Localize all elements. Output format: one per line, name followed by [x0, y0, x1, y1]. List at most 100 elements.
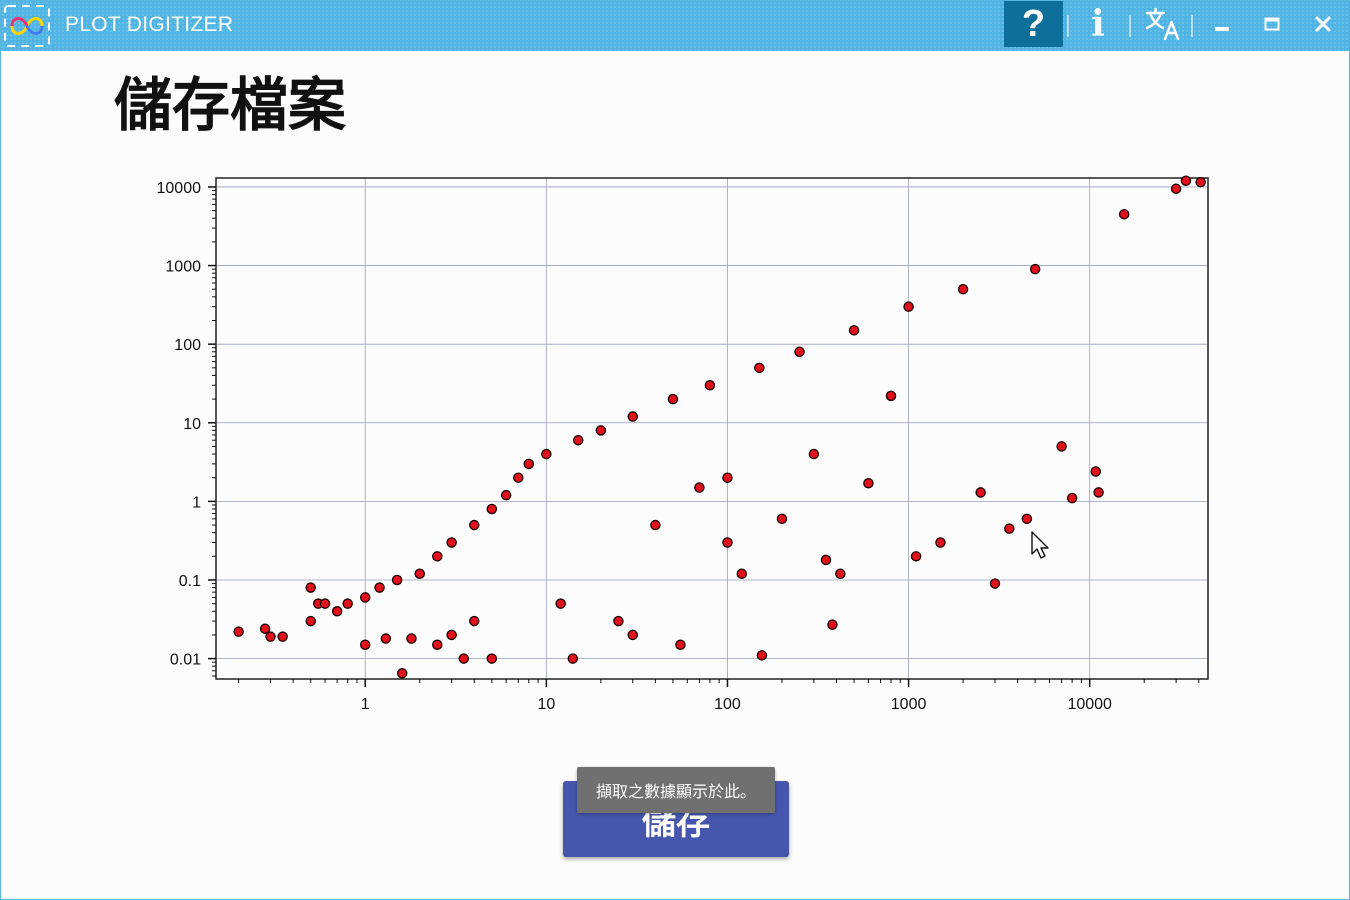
- language-button[interactable]: [1141, 1, 1185, 47]
- data-point: [469, 519, 480, 531]
- data-point: [776, 513, 788, 525]
- data-point: [319, 598, 331, 609]
- data-point: [1029, 263, 1041, 275]
- data-point: [359, 592, 371, 603]
- data-point: [572, 434, 584, 446]
- data-point: [391, 574, 403, 586]
- close-button[interactable]: [1301, 1, 1345, 47]
- data-point: [277, 631, 288, 642]
- data-point: [359, 639, 371, 650]
- data-point: [863, 478, 874, 489]
- data-point: [541, 448, 552, 460]
- maximize-icon: [1264, 17, 1280, 31]
- y-axis: 0.01 0.1 1 10 100 1000 10000: [157, 180, 216, 677]
- data-point: [627, 629, 639, 641]
- minimize-icon: [1215, 27, 1229, 31]
- save-tooltip: 擷取之數據顯示於此。: [577, 767, 775, 813]
- data-point: [794, 346, 805, 358]
- data-point: [650, 519, 661, 531]
- data-points: [233, 175, 1206, 679]
- data-point: [903, 301, 914, 312]
- data-point: [827, 619, 838, 630]
- data-point: [835, 568, 846, 580]
- data-point: [1195, 176, 1206, 188]
- data-point: [848, 325, 860, 336]
- y-tick-label: 100: [174, 337, 201, 354]
- data-point: [500, 489, 512, 501]
- data-point: [414, 568, 425, 580]
- data-point: [374, 582, 385, 593]
- minimize-button[interactable]: [1201, 1, 1243, 47]
- x-tick-label: 1000: [891, 696, 927, 713]
- data-point: [446, 629, 457, 641]
- data-point: [808, 448, 820, 460]
- titlebar-separator: [1067, 15, 1069, 37]
- data-point: [446, 537, 457, 548]
- y-tick-label: 0.1: [179, 573, 201, 590]
- data-point: [396, 668, 408, 679]
- y-tick-label: 10: [183, 416, 201, 433]
- titlebar-separator: [1191, 15, 1193, 37]
- data-point: [432, 639, 443, 650]
- data-point: [910, 551, 922, 562]
- x-tick-label: 1: [361, 696, 370, 713]
- data-point: [754, 362, 765, 374]
- y-tick-label: 10000: [157, 180, 202, 197]
- data-point: [1056, 441, 1067, 452]
- data-point: [432, 551, 443, 562]
- data-point: [486, 653, 498, 664]
- data-point: [380, 633, 392, 644]
- data-point: [233, 626, 244, 637]
- data-point: [1170, 183, 1182, 194]
- data-point: [989, 578, 1001, 589]
- app-window: PLOT DIGITIZER ? i 儲存檔案 0.01 0.1 1 10 10…: [0, 0, 1350, 900]
- x-tick-label: 100: [714, 696, 741, 713]
- data-point: [935, 537, 946, 548]
- plot-frame: [215, 177, 1209, 680]
- data-point: [736, 568, 748, 580]
- maximize-button[interactable]: [1251, 1, 1293, 47]
- data-point: [885, 390, 897, 402]
- data-point: [756, 650, 768, 661]
- data-point: [1004, 523, 1015, 534]
- data-point: [675, 639, 686, 650]
- data-point: [667, 393, 679, 405]
- data-point: [265, 631, 276, 642]
- data-point: [694, 482, 705, 493]
- data-point: [555, 598, 566, 609]
- data-point: [523, 458, 535, 470]
- data-point: [704, 380, 716, 391]
- app-logo-icon: [4, 5, 50, 47]
- data-point: [820, 554, 832, 566]
- data-point: [331, 606, 343, 617]
- y-tick-label: 0.01: [170, 652, 201, 669]
- data-point: [1180, 175, 1192, 186]
- data-point: [595, 425, 607, 436]
- y-tick-label: 1000: [165, 259, 201, 276]
- data-point: [513, 472, 524, 483]
- app-title: PLOT DIGITIZER: [65, 13, 234, 36]
- data-point: [486, 503, 498, 515]
- data-point: [342, 598, 353, 609]
- chart-grid: [216, 178, 1208, 679]
- title-bar[interactable]: PLOT DIGITIZER ? i: [1, 1, 1350, 51]
- scatter-chart: 0.01 0.1 1 10 100 1000 10000 1 10 100 1000 10000: [157, 175, 1209, 713]
- data-point: [1118, 208, 1130, 220]
- data-point: [722, 472, 733, 483]
- data-point: [1093, 487, 1104, 498]
- data-point: [1090, 466, 1101, 477]
- help-button[interactable]: ?: [1004, 1, 1063, 47]
- data-point: [627, 411, 639, 422]
- info-button[interactable]: i: [1079, 1, 1117, 47]
- data-point: [722, 537, 733, 548]
- close-icon: [1315, 16, 1331, 32]
- data-point: [458, 653, 470, 664]
- data-point: [957, 283, 969, 295]
- data-point: [469, 615, 480, 627]
- data-point: [613, 615, 624, 627]
- y-tick-label: 1: [192, 494, 201, 511]
- data-point: [1066, 492, 1078, 504]
- data-point: [1021, 513, 1033, 525]
- data-point: [305, 615, 316, 627]
- data-point: [406, 633, 417, 644]
